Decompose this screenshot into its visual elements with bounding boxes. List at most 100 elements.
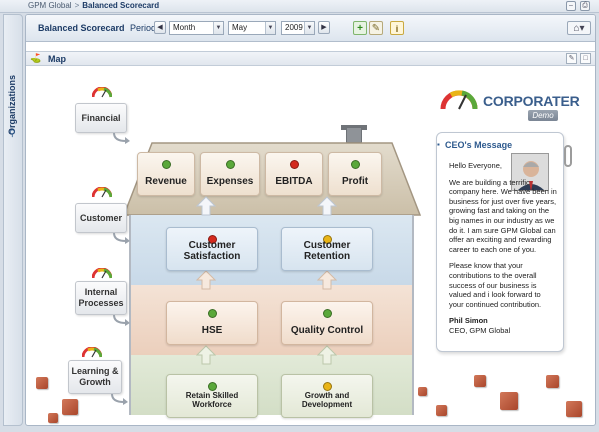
- status-dot: [323, 309, 332, 318]
- organizations-tab-label: Organizations: [7, 75, 17, 136]
- breadcrumb-current: Balanced Scorecard: [82, 1, 160, 10]
- period-type-value: Month: [173, 23, 196, 32]
- objective-revenue[interactable]: Revenue: [137, 152, 195, 196]
- decorative-cube: [62, 399, 78, 415]
- breadcrumb-root[interactable]: GPM Global: [28, 1, 72, 10]
- logo-gauge-icon: [440, 90, 478, 110]
- main-panel: Balanced Scorecard Period: ◀ Month ▼ May ▼…: [25, 14, 596, 426]
- status-dot: [162, 160, 171, 169]
- ceo-message-body: Hello Everyone, We are building a terrif…: [449, 161, 557, 336]
- objective-customer-retention[interactable]: Customer Retention: [281, 227, 373, 271]
- prev-period-button[interactable]: ◀: [154, 21, 166, 34]
- top-bar: GPM Global > Balanced Scorecard – ⎙: [0, 0, 599, 13]
- arrow-up-icon: [317, 345, 337, 365]
- decorative-cube: [418, 387, 427, 396]
- plus-icon[interactable]: +: [353, 21, 367, 35]
- pencil-icon[interactable]: ✎: [369, 21, 383, 35]
- objective-label: Customer Satisfaction: [183, 240, 241, 262]
- restore-icon[interactable]: □: [580, 53, 591, 64]
- objective-label: Customer Retention: [303, 240, 351, 262]
- status-dot: [351, 160, 360, 169]
- arrow-up-icon: [317, 270, 337, 290]
- status-dot: [323, 382, 332, 391]
- map-icon: ⛳: [30, 53, 42, 63]
- demo-badge: Demo: [528, 110, 558, 121]
- connector-arrow-icon: [113, 314, 130, 326]
- next-period-button[interactable]: ▶: [318, 21, 330, 34]
- objective-label: Revenue: [145, 176, 187, 187]
- chevron-down-icon: ▼: [265, 22, 275, 34]
- decorative-cube: [546, 375, 559, 388]
- objective-label: Profit: [341, 176, 369, 187]
- decorative-cube: [48, 413, 58, 423]
- status-dot: [208, 309, 217, 318]
- objective-expenses[interactable]: Expenses: [200, 152, 260, 196]
- connector-arrow-icon: [113, 132, 130, 144]
- decorative-cube: [566, 401, 582, 417]
- home-icon[interactable]: ⌂▾: [567, 21, 591, 35]
- month-select[interactable]: May ▼: [228, 21, 276, 35]
- gauge-icon: [92, 268, 112, 279]
- objective-ebitda[interactable]: EBITDA: [265, 152, 323, 196]
- month-value: May: [232, 23, 248, 32]
- bullet-icon: ▪: [437, 140, 440, 149]
- gauge-icon: [92, 187, 112, 198]
- perspective-internal-processes[interactable]: Internal Processes: [75, 281, 127, 315]
- arrow-up-icon: [196, 345, 216, 365]
- arrow-up-icon: [196, 196, 216, 216]
- objective-label: Growth and Development: [301, 391, 353, 409]
- ceo-signature-title: CEO, GPM Global: [449, 325, 511, 335]
- status-dot: [208, 382, 217, 391]
- objective-growth-and-development[interactable]: Growth and Development: [281, 374, 373, 418]
- period-type-select[interactable]: Month ▼: [169, 21, 224, 35]
- objective-label: EBITDA: [275, 176, 313, 187]
- status-dot: [290, 160, 299, 169]
- breadcrumb-separator: >: [74, 1, 80, 10]
- map-label: Map: [48, 54, 66, 64]
- minimize-icon[interactable]: –: [566, 1, 576, 11]
- objective-label: Quality Control: [290, 325, 364, 336]
- ceo-greeting: Hello Everyone,: [449, 161, 502, 170]
- connector-arrow-icon: [113, 232, 130, 244]
- map-header: ⛳ Map ✎ □: [26, 51, 595, 66]
- connector-arrow-icon: [111, 393, 128, 405]
- decorative-cube: [474, 375, 486, 387]
- ceo-paragraph-2: Please know that your contributions to t…: [449, 261, 542, 309]
- org-tree-icon[interactable]: ⚲: [9, 128, 16, 139]
- decorative-cube: [36, 377, 48, 389]
- info-icon[interactable]: i: [390, 21, 404, 35]
- status-dot: [226, 160, 235, 169]
- objective-label: HSE: [201, 325, 223, 336]
- objective-quality-control[interactable]: Quality Control: [281, 301, 373, 345]
- year-value: 2009: [285, 23, 303, 32]
- year-select[interactable]: 2009 ▼: [281, 21, 315, 35]
- corporater-logo: CORPORATER Demo: [438, 83, 580, 127]
- logo-word: CORPORATER: [483, 93, 580, 109]
- arrow-up-icon: [317, 196, 337, 216]
- decorative-cube: [436, 405, 447, 416]
- perspective-customer[interactable]: Customer: [75, 203, 127, 233]
- print-icon[interactable]: ⎙: [580, 1, 590, 11]
- organizations-tab[interactable]: Organizations ⚲: [3, 14, 23, 426]
- ceo-message-card: ▪ CEO's Message Hello Everyone, We are b…: [436, 132, 564, 352]
- objective-label: Expenses: [206, 176, 254, 187]
- toolbar-title: Balanced Scorecard: [38, 23, 125, 33]
- chevron-down-icon: ▼: [304, 22, 314, 34]
- gauge-icon: [82, 347, 102, 358]
- perspective-learning-growth[interactable]: Learning & Growth: [68, 360, 122, 394]
- paperclip-icon: [564, 145, 572, 167]
- edit-icon[interactable]: ✎: [566, 53, 577, 64]
- scorecard-toolbar: Balanced Scorecard Period: ◀ Month ▼ May ▼…: [26, 15, 595, 42]
- objective-profit[interactable]: Profit: [328, 152, 382, 196]
- objective-retain-skilled-workforce[interactable]: Retain Skilled Workforce: [166, 374, 258, 418]
- objective-hse[interactable]: HSE: [166, 301, 258, 345]
- gauge-icon: [92, 87, 112, 98]
- objective-label: Retain Skilled Workforce: [185, 391, 239, 409]
- chevron-down-icon: ▼: [213, 22, 223, 34]
- perspective-financial[interactable]: Financial: [75, 103, 127, 133]
- breadcrumb: GPM Global > Balanced Scorecard: [28, 1, 159, 10]
- objective-customer-satisfaction[interactable]: Customer Satisfaction: [166, 227, 258, 271]
- decorative-cube: [500, 392, 518, 410]
- ceo-message-title: CEO's Message: [445, 140, 513, 150]
- ceo-paragraph-1: We are building a terrific company here.…: [449, 177, 557, 254]
